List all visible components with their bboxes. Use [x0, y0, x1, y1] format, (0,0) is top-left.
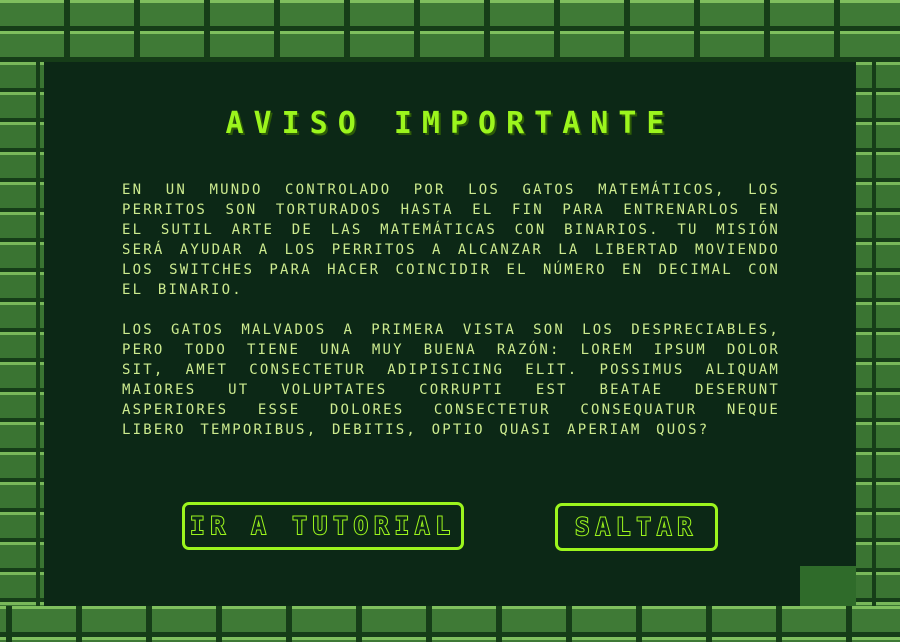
notice-title: AVISO IMPORTANTE [225, 106, 675, 141]
skip-button[interactable]: SALTAR [555, 503, 718, 551]
brick-wall-left [0, 62, 44, 606]
brick-wall-top [0, 0, 900, 62]
panel-corner-brick [800, 566, 856, 606]
brick-wall-bottom [0, 606, 900, 642]
go-to-tutorial-button[interactable]: IR A TUTORIAL [182, 502, 464, 550]
notice-paragraph-2: Los gatos malvados a primera vista son l… [122, 322, 780, 438]
game-screen: AVISO IMPORTANTE En un mundo controlado … [0, 0, 900, 642]
notice-paragraph-1: En un mundo controlado por los gatos mat… [122, 182, 780, 298]
brick-wall-right [856, 62, 900, 606]
